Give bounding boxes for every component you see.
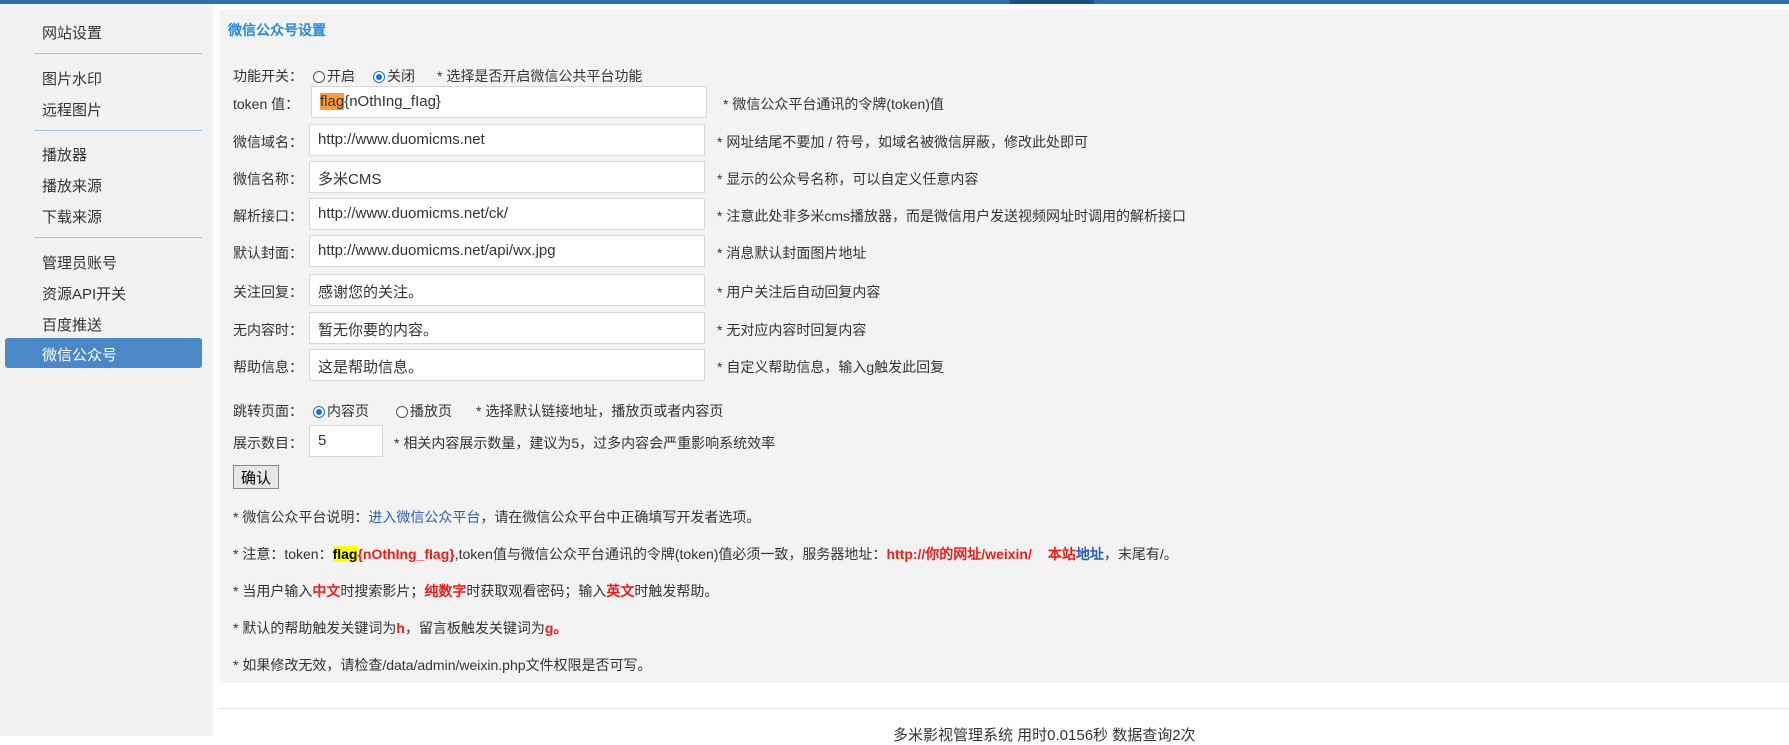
field-hint: * 网址结尾不要加 / 符号，如域名被微信屏蔽，修改此处即可: [717, 134, 1089, 150]
sidebar-divider: [34, 237, 202, 238]
sidebar-item-admin-account[interactable]: 管理员账号: [42, 252, 117, 273]
field-hint: * 用户关注后自动回复内容: [717, 284, 881, 300]
field-hint: * 选择默认链接地址，播放页或者内容页: [476, 403, 724, 419]
radio-checked-icon[interactable]: [373, 71, 385, 83]
radio-icon[interactable]: [313, 71, 325, 83]
sidebar-divider: [34, 53, 202, 54]
field-hint: * 自定义帮助信息，输入g触发此回复: [717, 359, 945, 375]
sidebar-item-api-switch[interactable]: 资源API开关: [42, 283, 126, 304]
field-label: 解析接口：: [233, 208, 303, 224]
switch-on-option[interactable]: 开启: [313, 66, 355, 86]
server-url: http://你的网址/weixin/: [886, 546, 1032, 562]
wechat-name-input[interactable]: 多米CMS: [309, 161, 705, 193]
sidebar: 网站设置 图片水印 远程图片 播放器 播放来源 下载来源 管理员账号 资源API…: [0, 4, 213, 736]
domain-input[interactable]: http://www.duomicms.net: [309, 124, 705, 156]
panel-title: 微信公众号设置: [228, 22, 326, 38]
note-token: * 注意：token：flag{nOthIng_fIag},token值与微信公…: [233, 546, 1178, 562]
field-label: 跳转页面：: [233, 403, 303, 419]
note-permissions: * 如果修改无效，请检查/data/admin/weixin.php文件权限是否…: [233, 657, 652, 673]
radio-checked-icon[interactable]: [313, 406, 325, 418]
field-label: token 值：: [233, 96, 300, 112]
note-keywords: * 默认的帮助触发关键词为h，留言板触发关键词为g。: [233, 620, 568, 636]
field-label: 功能开关：: [233, 68, 303, 84]
sidebar-item-player[interactable]: 播放器: [42, 144, 87, 165]
sidebar-item-watermark[interactable]: 图片水印: [42, 68, 102, 89]
top-accent-bar: [0, 0, 1789, 4]
parse-api-input[interactable]: http://www.duomicms.net/ck/: [309, 198, 705, 230]
footer-divider: [220, 708, 1789, 709]
footer-text: 多米影视管理系统 用时0.0156秒 数据查询2次: [893, 727, 1196, 744]
count-input[interactable]: 5: [309, 425, 383, 457]
token-input[interactable]: flag{nOthIng_fIag}: [311, 86, 707, 118]
jump-play-option[interactable]: 播放页: [396, 401, 452, 421]
sidebar-item-baidu-push[interactable]: 百度推送: [42, 314, 102, 335]
sidebar-item-remote-image[interactable]: 远程图片: [42, 99, 102, 120]
cover-input[interactable]: http://www.duomicms.net/api/wx.jpg: [309, 235, 705, 267]
field-hint: * 无对应内容时回复内容: [717, 322, 867, 338]
sidebar-item-play-source[interactable]: 播放来源: [42, 175, 102, 196]
sidebar-item-download-source[interactable]: 下载来源: [42, 206, 102, 227]
confirm-button[interactable]: 确认: [233, 465, 279, 489]
field-hint: * 选择是否开启微信公共平台功能: [437, 68, 643, 84]
no-content-input[interactable]: 暂无你要的内容。: [309, 312, 705, 344]
note-input-behaviour: * 当用户输入中文时搜索影片；纯数字时获取观看密码；输入英文时触发帮助。: [233, 583, 719, 599]
switch-off-option[interactable]: 关闭: [373, 66, 415, 86]
top-accent-segment: [1010, 0, 1094, 4]
radio-icon[interactable]: [396, 406, 408, 418]
sidebar-item-wechat[interactable]: 微信公众号: [5, 338, 202, 368]
field-hint: * 注意此处非多米cms播放器，而是微信用户发送视频网址时调用的解析接口: [717, 208, 1186, 224]
sidebar-item-site-settings[interactable]: 网站设置: [42, 22, 102, 43]
field-label: 无内容时：: [233, 322, 303, 338]
field-label: 微信域名：: [233, 134, 303, 150]
sidebar-divider: [34, 130, 202, 131]
note-platform: * 微信公众平台说明：进入微信公众平台，请在微信公众平台中正确填写开发者选项。: [233, 509, 761, 525]
help-input[interactable]: 这是帮助信息。: [309, 349, 705, 381]
sidebar-item-label: 微信公众号: [42, 347, 118, 364]
field-hint: * 微信公众平台通讯的令牌(token)值: [723, 96, 944, 112]
settings-panel: 微信公众号设置 功能开关： 开启 关闭 * 选择是否开启微信公共平台功能 tok…: [220, 10, 1789, 683]
token-highlight: flag: [320, 93, 345, 110]
jump-content-option[interactable]: 内容页: [313, 401, 369, 421]
field-hint: * 相关内容展示数量，建议为5，过多内容会严重影响系统效率: [394, 435, 776, 451]
field-label: 微信名称：: [233, 171, 303, 187]
field-label: 展示数目：: [233, 435, 303, 451]
follow-reply-input[interactable]: 感谢您的关注。: [309, 274, 705, 306]
token-flag-highlight: flag: [332, 546, 358, 562]
site-address-link[interactable]: 地址: [1076, 546, 1104, 562]
field-label: 默认封面：: [233, 245, 303, 261]
field-label: 关注回复：: [233, 284, 303, 300]
wechat-platform-link[interactable]: 进入微信公众平台: [368, 509, 480, 525]
field-hint: * 消息默认封面图片地址: [717, 245, 867, 261]
field-label: 帮助信息：: [233, 359, 303, 375]
field-hint: * 显示的公众号名称，可以自定义任意内容: [717, 171, 979, 187]
